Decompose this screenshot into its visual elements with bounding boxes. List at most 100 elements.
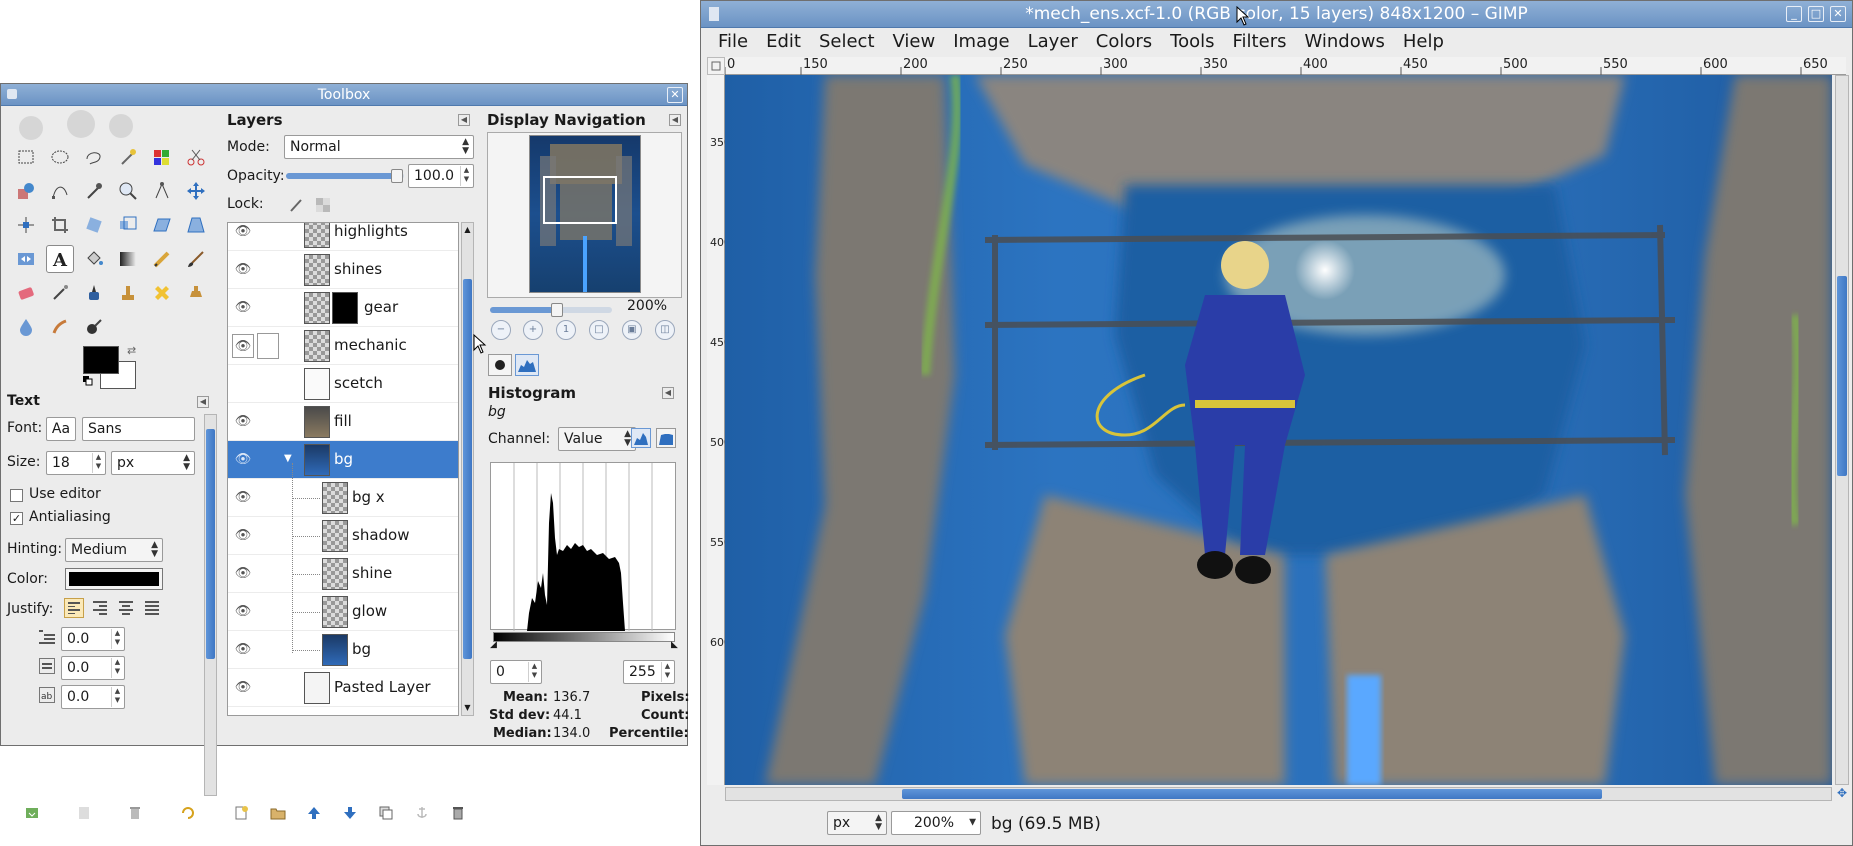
unit-select[interactable]: px ▲ ▼ xyxy=(827,811,887,835)
image-titlebar[interactable]: *mech_ens.xcf-1.0 (RGB color, 15 layers)… xyxy=(701,1,1852,28)
paths-icon[interactable] xyxy=(46,177,74,205)
justify-center-icon[interactable] xyxy=(116,598,136,618)
size-unit-select[interactable]: px ▲ ▼ xyxy=(111,451,195,475)
zoom-fill-icon[interactable]: ▣ xyxy=(622,320,642,340)
scroll-up-icon[interactable]: ▲ xyxy=(462,223,473,237)
visibility-eye-icon[interactable]: 👁 xyxy=(232,296,254,320)
range-min-handle-icon[interactable]: ◢ xyxy=(490,640,497,650)
menu-edit[interactable]: Edit xyxy=(757,31,810,52)
crop-icon[interactable] xyxy=(46,211,74,239)
zoom-in-icon[interactable]: + xyxy=(523,320,543,340)
close-icon[interactable]: ✕ xyxy=(667,87,683,103)
window-menu-icon[interactable] xyxy=(707,6,723,22)
layer-row[interactable]: 👁 shine xyxy=(228,555,458,593)
pencil-icon[interactable] xyxy=(148,245,176,273)
tool-options-scroll-thumb[interactable] xyxy=(206,429,215,659)
expand-group-icon[interactable]: ▼ xyxy=(284,453,292,464)
swap-colors-icon[interactable]: ⇄ xyxy=(127,344,136,357)
layer-row[interactable]: 👁 bg xyxy=(228,631,458,669)
eraser-icon[interactable] xyxy=(12,279,40,307)
range-min-spin-icon[interactable]: ▲ ▼ xyxy=(528,662,540,682)
layers-scroll-thumb[interactable] xyxy=(463,279,472,659)
airbrush-icon[interactable] xyxy=(46,279,74,307)
zoom-out-icon[interactable]: − xyxy=(491,320,511,340)
new-layer-group-icon[interactable] xyxy=(267,802,289,824)
canvas-vertical-scrollbar[interactable] xyxy=(1835,75,1849,785)
layer-row[interactable]: scetch xyxy=(228,365,458,403)
foreground-select-icon[interactable] xyxy=(12,177,40,205)
ruler-corner-icon[interactable] xyxy=(707,57,725,75)
layer-row[interactable]: 👁 Pasted Layer xyxy=(228,669,458,707)
menu-image[interactable]: Image xyxy=(944,31,1018,52)
font-field[interactable]: Sans xyxy=(82,417,195,441)
menu-layer[interactable]: Layer xyxy=(1019,31,1087,52)
visibility-eye-icon[interactable]: 👁 xyxy=(232,638,254,662)
navigation-zoom-handle[interactable] xyxy=(551,303,564,317)
image-canvas[interactable] xyxy=(725,75,1832,785)
visibility-eye-icon[interactable]: 👁 xyxy=(232,448,254,472)
range-max-spin-icon[interactable]: ▲ ▼ xyxy=(661,662,673,682)
toolbox-titlebar[interactable]: Toolbox ✕ xyxy=(1,84,687,106)
menu-help[interactable]: Help xyxy=(1394,31,1453,52)
histogram-graph[interactable] xyxy=(490,462,676,631)
lock-pixels-icon[interactable] xyxy=(288,197,304,213)
log-histogram-icon[interactable] xyxy=(656,428,676,448)
close-icon[interactable]: ✕ xyxy=(1830,6,1846,22)
anchor-layer-icon[interactable] xyxy=(411,802,433,824)
layer-row[interactable]: 👁 bg x xyxy=(228,479,458,517)
delete-layer-icon[interactable] xyxy=(447,802,469,824)
fuzzy-select-icon[interactable] xyxy=(114,143,142,171)
zoom-shrink-wrap-icon[interactable]: ◫ xyxy=(655,320,675,340)
zoom-fit-icon[interactable]: □ xyxy=(589,320,609,340)
layer-row[interactable]: 👁 highlights xyxy=(228,223,458,251)
reset-tool-icon[interactable] xyxy=(177,802,199,824)
rotate-icon[interactable] xyxy=(80,211,108,239)
visibility-eye-icon[interactable]: 👁 xyxy=(232,258,254,282)
layer-row[interactable]: 👁 shadow xyxy=(228,517,458,555)
channel-select[interactable]: Value ▲ ▼ xyxy=(558,427,636,451)
duplicate-layer-icon[interactable] xyxy=(375,802,397,824)
navigation-zoom-slider[interactable] xyxy=(490,303,612,317)
text-options-menu-icon[interactable]: ◀ xyxy=(197,396,209,408)
ink-icon[interactable] xyxy=(80,279,108,307)
clone-icon[interactable] xyxy=(114,279,142,307)
scissors-icon[interactable] xyxy=(182,143,210,171)
size-field[interactable]: 18 ▲ ▼ xyxy=(46,451,106,475)
mode-select[interactable]: Normal ▲ ▼ xyxy=(284,135,474,159)
color-picker-icon[interactable] xyxy=(80,177,108,205)
ellipse-select-icon[interactable] xyxy=(46,143,74,171)
menu-tools[interactable]: Tools xyxy=(1161,31,1223,52)
new-layer-icon[interactable] xyxy=(230,802,252,824)
save-tool-preset-icon[interactable] xyxy=(21,802,43,824)
scale-icon[interactable] xyxy=(114,211,142,239)
menu-file[interactable]: File xyxy=(709,31,757,52)
select-by-color-icon[interactable] xyxy=(148,143,176,171)
text-color-button[interactable] xyxy=(65,568,163,590)
rect-select-icon[interactable] xyxy=(12,143,40,171)
visibility-eye-icon[interactable]: 👁 xyxy=(232,486,254,510)
letter-spacing-field[interactable]: 0.0 ▲ ▼ xyxy=(61,685,125,709)
dodge-burn-icon[interactable] xyxy=(80,313,108,341)
blur-icon[interactable] xyxy=(12,313,40,341)
navigation-preview[interactable] xyxy=(529,135,641,293)
layer-row[interactable]: 👁 shines xyxy=(228,251,458,289)
raise-layer-icon[interactable] xyxy=(303,802,325,824)
histogram-range-bar[interactable] xyxy=(493,632,675,642)
bucket-fill-icon[interactable] xyxy=(80,245,108,273)
horizontal-ruler[interactable]: 0 150 200 250 300 350 400 450 500 550 60… xyxy=(725,57,1846,75)
lower-layer-icon[interactable] xyxy=(339,802,361,824)
layer-row[interactable]: 👁 fill xyxy=(228,403,458,441)
menu-filters[interactable]: Filters xyxy=(1224,31,1296,52)
zoom-icon[interactable] xyxy=(114,177,142,205)
range-max-field[interactable]: 255 ▲ ▼ xyxy=(623,660,675,684)
shear-icon[interactable] xyxy=(148,211,176,239)
hinting-select[interactable]: Medium ▲ ▼ xyxy=(65,538,163,562)
histogram-menu-icon[interactable]: ◀ xyxy=(662,387,674,399)
layer-row-selected[interactable]: 👁 ▼ bg xyxy=(228,441,458,479)
navigation-menu-icon[interactable]: ◀ xyxy=(669,114,681,126)
visibility-eye-icon[interactable]: 👁 xyxy=(232,334,254,358)
move-icon[interactable] xyxy=(182,177,210,205)
opacity-slider-handle[interactable] xyxy=(390,169,403,183)
heal-icon[interactable] xyxy=(148,279,176,307)
tool-options-scrollbar[interactable] xyxy=(204,414,217,796)
